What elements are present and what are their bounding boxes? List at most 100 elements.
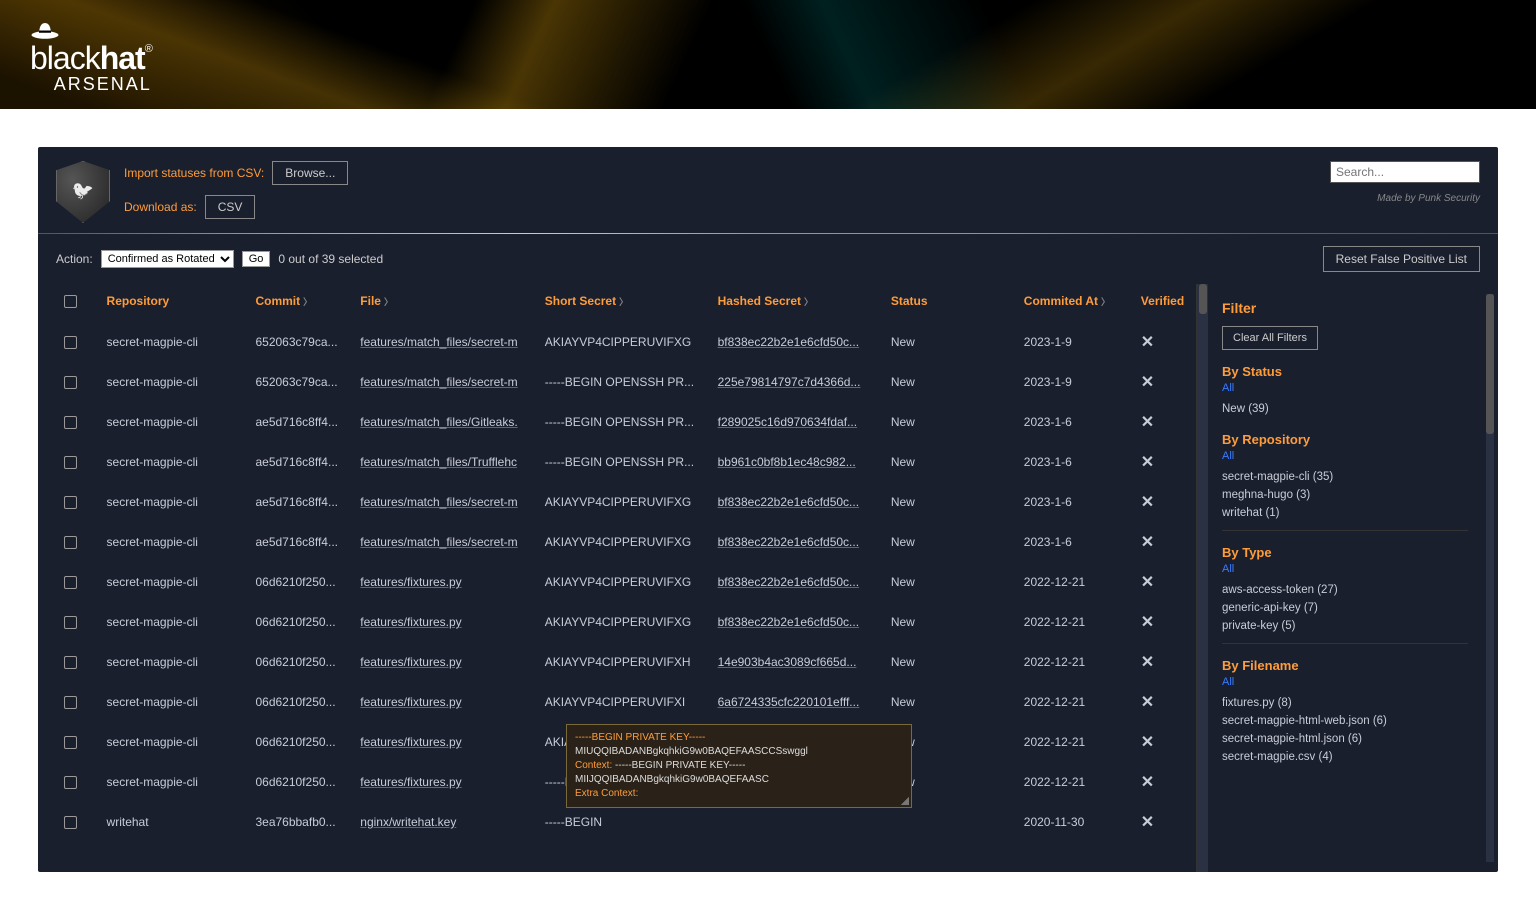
cell-hashed-link[interactable]: bf838ec22b2e1e6cfd50c... — [718, 335, 859, 349]
table-row[interactable]: secret-magpie-cli652063c79ca...features/… — [56, 322, 1196, 362]
cell-hashed-link[interactable]: bf838ec22b2e1e6cfd50c... — [718, 495, 859, 509]
cell-hashed-link[interactable]: bf838ec22b2e1e6cfd50c... — [718, 615, 859, 629]
file-all-link[interactable]: All — [1222, 676, 1468, 688]
cell-file-link[interactable]: features/match_files/Trufflehc — [360, 455, 517, 469]
csv-button[interactable]: CSV — [205, 195, 256, 219]
type-all-link[interactable]: All — [1222, 563, 1468, 575]
filter-file-item[interactable]: secret-magpie-html.json (6) — [1222, 730, 1468, 748]
app-window: Import statuses from CSV: Browse... Down… — [38, 147, 1498, 872]
cell-hashed-link[interactable]: bf838ec22b2e1e6cfd50c... — [718, 535, 859, 549]
cell-file-link[interactable]: features/match_files/secret-m — [360, 375, 517, 389]
row-checkbox[interactable] — [64, 496, 77, 509]
cell-file-link[interactable]: features/match_files/secret-m — [360, 535, 517, 549]
table-row[interactable]: secret-magpie-cli652063c79ca...features/… — [56, 362, 1196, 402]
cell-commit: ae5d716c8ff4... — [247, 522, 352, 562]
col-hashed-secret[interactable]: Hashed Secret〉 — [710, 284, 883, 322]
row-checkbox[interactable] — [64, 736, 77, 749]
sidebar-scrollbar[interactable] — [1486, 294, 1494, 862]
cell-status: New — [883, 562, 1016, 602]
filter-repo-item[interactable]: meghna-hugo (3) — [1222, 486, 1468, 504]
row-checkbox[interactable] — [64, 616, 77, 629]
row-checkbox[interactable] — [64, 656, 77, 669]
cell-file-link[interactable]: features/match_files/secret-m — [360, 335, 517, 349]
row-checkbox[interactable] — [64, 376, 77, 389]
filter-type-item[interactable]: private-key (5) — [1222, 617, 1468, 635]
verified-cross-icon: ✕ — [1133, 722, 1196, 762]
row-checkbox[interactable] — [64, 576, 77, 589]
col-file[interactable]: File〉 — [352, 284, 536, 322]
table-row[interactable]: secret-magpie-cliae5d716c8ff4...features… — [56, 482, 1196, 522]
cell-file-link[interactable]: features/fixtures.py — [360, 735, 461, 749]
cell-hashed-link[interactable]: f289025c16d970634fdaf... — [718, 415, 857, 429]
filter-file-item[interactable]: fixtures.py (8) — [1222, 694, 1468, 712]
row-checkbox[interactable] — [64, 696, 77, 709]
cell-hashed-link[interactable]: 225e79814797c7d4366d... — [718, 375, 861, 389]
table-row[interactable]: writehat3ea76bbafb0...nginx/writehat.key… — [56, 802, 1196, 842]
cell-file-link[interactable]: nginx/writehat.key — [360, 815, 456, 829]
cell-repo: secret-magpie-cli — [99, 442, 248, 482]
table-row[interactable]: secret-magpie-cli06d6210f250...features/… — [56, 602, 1196, 642]
col-verified[interactable]: Verified — [1133, 284, 1196, 322]
cell-commit: 652063c79ca... — [247, 362, 352, 402]
col-short-secret[interactable]: Short Secret〉 — [537, 284, 710, 322]
clear-all-filters-button[interactable]: Clear All Filters — [1222, 326, 1318, 350]
table-row[interactable]: secret-magpie-cli06d6210f250...features/… — [56, 682, 1196, 722]
table-row[interactable]: secret-magpie-cli06d6210f250...features/… — [56, 562, 1196, 602]
status-all-link[interactable]: All — [1222, 382, 1468, 394]
col-committed-at[interactable]: Commited At〉 — [1016, 284, 1133, 322]
secret-detail-tooltip: -----BEGIN PRIVATE KEY----- MIUQQIBADANB… — [566, 724, 912, 808]
repo-all-link[interactable]: All — [1222, 450, 1468, 462]
filter-file-item[interactable]: secret-magpie-html-web.json (6) — [1222, 712, 1468, 730]
col-commit[interactable]: Commit〉 — [247, 284, 352, 322]
verified-cross-icon: ✕ — [1133, 362, 1196, 402]
browse-button[interactable]: Browse... — [272, 161, 348, 185]
cell-file-link[interactable]: features/fixtures.py — [360, 615, 461, 629]
cell-file-link[interactable]: features/fixtures.py — [360, 695, 461, 709]
filter-repo-item[interactable]: secret-magpie-cli (35) — [1222, 468, 1468, 486]
cell-date: 2022-12-21 — [1016, 602, 1133, 642]
col-repository[interactable]: Repository — [99, 284, 248, 322]
cell-file-link[interactable]: features/match_files/secret-m — [360, 495, 517, 509]
cell-commit: 06d6210f250... — [247, 682, 352, 722]
reset-false-positive-button[interactable]: Reset False Positive List — [1323, 246, 1480, 272]
cell-date: 2020-11-30 — [1016, 802, 1133, 842]
table-row[interactable]: secret-magpie-cliae5d716c8ff4...features… — [56, 442, 1196, 482]
table-row[interactable]: secret-magpie-cli06d6210f250...features/… — [56, 642, 1196, 682]
filter-file-item[interactable]: secret-magpie.csv (4) — [1222, 748, 1468, 766]
table-scrollbar[interactable] — [1196, 284, 1208, 872]
cell-file-link[interactable]: features/fixtures.py — [360, 575, 461, 589]
row-checkbox[interactable] — [64, 416, 77, 429]
app-logo-shield — [56, 161, 110, 223]
filter-type-item[interactable]: aws-access-token (27) — [1222, 581, 1468, 599]
cell-file-link[interactable]: features/fixtures.py — [360, 655, 461, 669]
row-checkbox[interactable] — [64, 776, 77, 789]
verified-cross-icon: ✕ — [1133, 682, 1196, 722]
filter-status-item[interactable]: New (39) — [1222, 400, 1468, 418]
cell-repo: secret-magpie-cli — [99, 722, 248, 762]
col-status[interactable]: Status — [883, 284, 1016, 322]
table-row[interactable]: secret-magpie-cliae5d716c8ff4...features… — [56, 402, 1196, 442]
search-input[interactable] — [1330, 161, 1480, 183]
resize-handle-icon[interactable] — [901, 797, 909, 805]
row-checkbox[interactable] — [64, 816, 77, 829]
row-checkbox[interactable] — [64, 536, 77, 549]
cell-file-link[interactable]: features/match_files/Gitleaks. — [360, 415, 517, 429]
cell-hashed-link[interactable]: 6a6724335cfc220101efff... — [718, 695, 860, 709]
go-button[interactable]: Go — [242, 251, 271, 267]
row-checkbox[interactable] — [64, 456, 77, 469]
cell-date: 2023-1-9 — [1016, 362, 1133, 402]
select-all-checkbox[interactable] — [64, 295, 77, 308]
cell-commit: 06d6210f250... — [247, 602, 352, 642]
verified-cross-icon: ✕ — [1133, 522, 1196, 562]
cell-hashed-link[interactable]: bf838ec22b2e1e6cfd50c... — [718, 575, 859, 589]
table-row[interactable]: secret-magpie-cliae5d716c8ff4...features… — [56, 522, 1196, 562]
cell-repo: secret-magpie-cli — [99, 322, 248, 362]
cell-status: New — [883, 682, 1016, 722]
filter-type-item[interactable]: generic-api-key (7) — [1222, 599, 1468, 617]
action-select[interactable]: Confirmed as Rotated — [101, 250, 234, 268]
cell-hashed-link[interactable]: 14e903b4ac3089cf665d... — [718, 655, 857, 669]
row-checkbox[interactable] — [64, 336, 77, 349]
filter-repo-item[interactable]: writehat (1) — [1222, 504, 1468, 522]
cell-hashed-link[interactable]: bb961c0bf8b1ec48c982... — [718, 455, 856, 469]
cell-file-link[interactable]: features/fixtures.py — [360, 775, 461, 789]
